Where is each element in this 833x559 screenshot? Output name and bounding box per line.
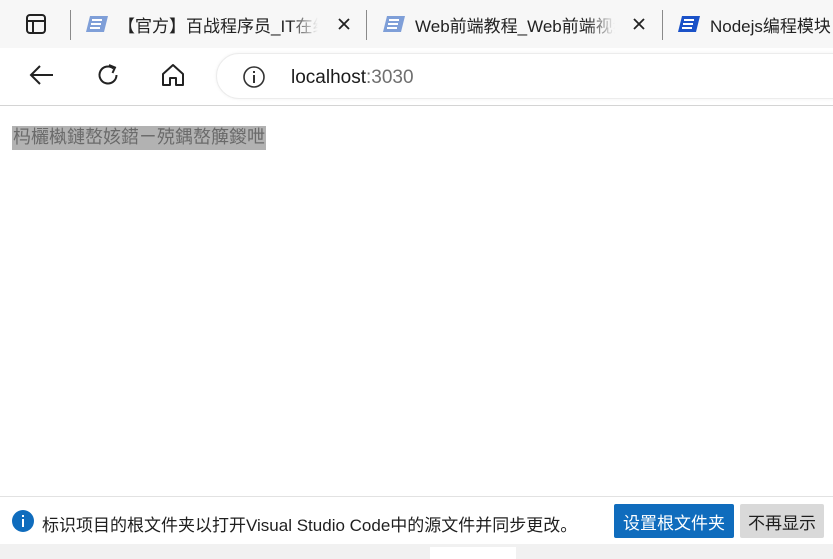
dont-show-again-button[interactable]: 不再显示 xyxy=(740,504,824,538)
set-root-folder-button[interactable]: 设置根文件夹 xyxy=(614,504,734,538)
toolbar: localhost:3030 xyxy=(0,48,833,106)
tab-separator xyxy=(662,10,663,40)
refresh-icon xyxy=(95,62,121,93)
site-favicon xyxy=(678,16,700,32)
response-text: 杩欐槸鏈嶅姟鍣ㄧ殑鍝嶅簲鍐呭 xyxy=(12,126,266,150)
tab-separator xyxy=(366,10,367,40)
tab-title: Nodejs编程模块 xyxy=(710,16,831,36)
bottom-tab xyxy=(430,547,516,559)
bottom-strip xyxy=(0,544,833,559)
site-favicon xyxy=(383,16,405,32)
page-content: 杩欐槸鏈嶅姟鍣ㄧ殑鍝嶅簲鍐呭 xyxy=(0,107,833,496)
info-icon xyxy=(12,510,34,532)
address-bar[interactable]: localhost:3030 xyxy=(216,53,833,99)
infobar-message: 标识项目的根文件夹以打开Visual Studio Code中的源文件并同步更改… xyxy=(42,516,578,535)
tab-separator xyxy=(70,10,71,40)
tab-baizhan-official[interactable]: 【官方】百战程序员_IT在线教育 xyxy=(86,0,354,48)
site-info-icon[interactable] xyxy=(241,64,267,90)
back-button[interactable] xyxy=(24,60,60,94)
close-icon[interactable] xyxy=(629,14,649,34)
back-arrow-icon xyxy=(29,64,55,91)
home-button[interactable] xyxy=(155,60,191,94)
refresh-button[interactable] xyxy=(90,60,126,94)
url-port: :3030 xyxy=(366,67,414,88)
tab-actions-icon[interactable] xyxy=(14,11,58,37)
tab-title: 【官方】百战程序员_IT在线教育 xyxy=(118,16,318,36)
url-text[interactable]: localhost:3030 xyxy=(291,67,414,89)
close-icon[interactable] xyxy=(334,14,354,34)
url-host: localhost xyxy=(291,67,366,88)
tab-nodejs-module[interactable]: Nodejs编程模块 xyxy=(678,0,833,48)
site-favicon xyxy=(86,16,108,32)
tab-web-frontend-tutorial[interactable]: Web前端教程_Web前端视频 xyxy=(383,0,649,48)
home-icon xyxy=(160,62,186,93)
infobar: 标识项目的根文件夹以打开Visual Studio Code中的源文件并同步更改… xyxy=(0,496,833,544)
tab-strip: 【官方】百战程序员_IT在线教育 Web前端教程_Web前端视频 xyxy=(0,0,833,48)
tab-title: Web前端教程_Web前端视频 xyxy=(415,16,615,36)
